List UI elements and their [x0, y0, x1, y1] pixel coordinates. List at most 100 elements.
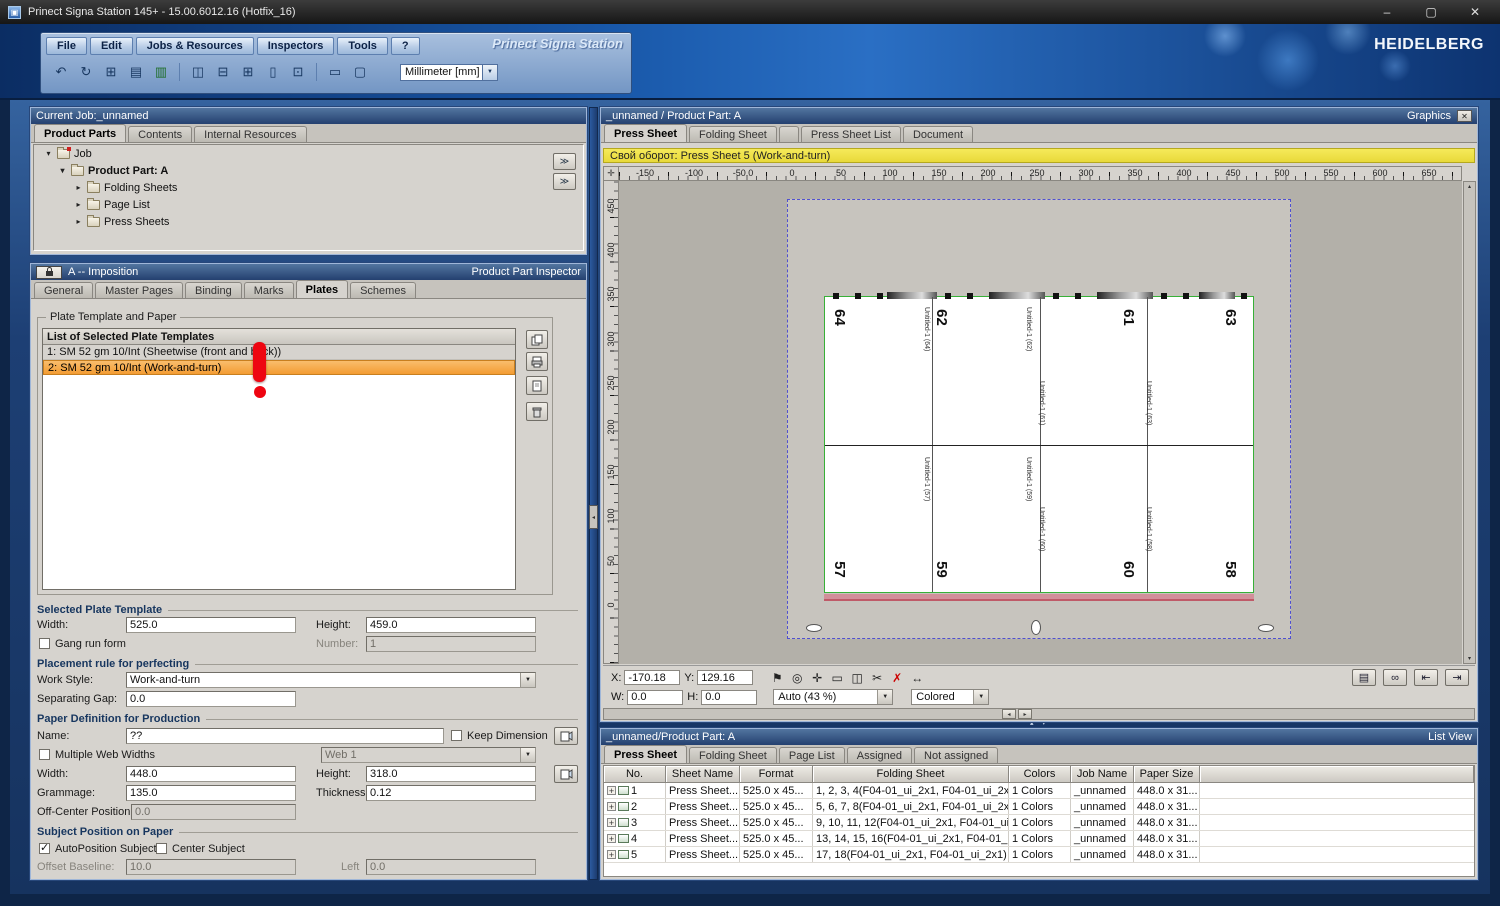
- autoposition-checkbox[interactable]: [39, 843, 50, 854]
- chevron-down-icon[interactable]: ▼: [973, 690, 988, 704]
- gang-run-checkbox[interactable]: [39, 638, 50, 649]
- scroll-right-icon[interactable]: ▸: [1018, 709, 1032, 719]
- multiple-web-checkbox[interactable]: [39, 749, 50, 760]
- col-sheet-name[interactable]: Sheet Name: [666, 766, 740, 783]
- marquee-tool-icon[interactable]: ▭: [827, 669, 847, 686]
- tab-marks[interactable]: Marks: [244, 282, 294, 298]
- expand-plus-icon[interactable]: +: [607, 802, 616, 811]
- plate-template-row-selected[interactable]: 2: SM 52 gm 10/Int (Work-and-turn): [43, 360, 515, 375]
- fit-page-icon[interactable]: ⇥: [1445, 669, 1469, 686]
- thickness-field[interactable]: 0.12: [366, 785, 536, 801]
- duplicate-tool-icon[interactable]: ◫: [847, 669, 867, 686]
- tree-item-folding-sheets[interactable]: ▸ Folding Sheets: [34, 179, 583, 196]
- table-row[interactable]: +5 Press Sheet... 525.0 x 45... 17, 18(F…: [604, 847, 1474, 863]
- binoculars-icon[interactable]: ∞: [1383, 669, 1407, 686]
- chevron-down-icon[interactable]: ▼: [520, 673, 535, 687]
- menu-inspectors[interactable]: Inspectors: [257, 37, 335, 55]
- output-template-icon[interactable]: [526, 352, 548, 371]
- table-row[interactable]: +3 Press Sheet... 525.0 x 45... 9, 10, 1…: [604, 815, 1474, 831]
- fast-forward-icon[interactable]: ≫: [553, 153, 576, 170]
- doc-add-icon[interactable]: ⊞: [237, 62, 259, 82]
- select-tool-icon[interactable]: ⚑: [767, 669, 787, 686]
- unit-select[interactable]: Millimeter [mm] ▼: [400, 64, 498, 81]
- tab-binding[interactable]: Binding: [185, 282, 242, 298]
- col-folding-sheet[interactable]: Folding Sheet: [813, 766, 1009, 783]
- cut-tool-icon[interactable]: ✂: [867, 669, 887, 686]
- tab-press-sheet-list[interactable]: Press Sheet List: [801, 126, 901, 142]
- fit-width-icon[interactable]: ⇤: [1414, 669, 1438, 686]
- y-field[interactable]: 129.16: [697, 670, 753, 685]
- scroll-up-icon[interactable]: ▴: [1468, 183, 1471, 190]
- keep-dimension-checkbox[interactable]: [451, 730, 462, 741]
- export-icon[interactable]: ▥: [150, 62, 172, 82]
- paper-width-field[interactable]: 448.0: [126, 766, 296, 782]
- fast-forward-alt-icon[interactable]: ≫: [553, 173, 576, 190]
- undo-icon[interactable]: ↶: [50, 62, 72, 82]
- layout-icon[interactable]: ⊞: [100, 62, 122, 82]
- expand-icon[interactable]: ▾: [58, 166, 67, 175]
- tab-press-sheet-lv[interactable]: Press Sheet: [604, 745, 687, 763]
- col-paper-size[interactable]: Paper Size: [1134, 766, 1200, 783]
- color-mode-select[interactable]: Colored ▼: [911, 689, 989, 705]
- tree-item-press-sheets[interactable]: ▸ Press Sheets: [34, 213, 583, 230]
- menu-help[interactable]: ?: [391, 37, 420, 55]
- measure-tool-icon[interactable]: ↔: [907, 669, 927, 686]
- scroll-down-icon[interactable]: ▾: [1468, 655, 1471, 662]
- vertical-splitter[interactable]: [589, 107, 598, 880]
- tab-folding-sheet-lv[interactable]: Folding Sheet: [689, 747, 777, 763]
- col-no[interactable]: No.: [604, 766, 666, 783]
- scroll-left-icon[interactable]: ◂: [1002, 709, 1016, 719]
- doc-page-icon[interactable]: ▯: [262, 62, 284, 82]
- pan-tool-icon[interactable]: ✛: [807, 669, 827, 686]
- tab-master-pages[interactable]: Master Pages: [95, 282, 183, 298]
- tab-page-list-lv[interactable]: Page List: [779, 747, 845, 763]
- minimize-icon[interactable]: –: [1376, 5, 1398, 19]
- paper-picker-icon[interactable]: [554, 727, 578, 745]
- close-panel-icon[interactable]: ✕: [1457, 110, 1472, 122]
- collapse-icon[interactable]: ▸: [74, 217, 83, 226]
- expand-plus-icon[interactable]: +: [607, 818, 616, 827]
- press-sheet-canvas[interactable]: 64 62 61 63 57 59 60 58 Untitled-1 (64) …: [619, 181, 1462, 664]
- col-colors[interactable]: Colors: [1009, 766, 1071, 783]
- tab-plates[interactable]: Plates: [296, 280, 348, 298]
- tab-not-assigned[interactable]: Not assigned: [914, 747, 998, 763]
- menu-jobs-resources[interactable]: Jobs & Resources: [136, 37, 254, 55]
- splitter-handle[interactable]: ◂: [589, 505, 598, 529]
- col-job-name[interactable]: Job Name: [1071, 766, 1134, 783]
- redo-icon[interactable]: ↻: [75, 62, 97, 82]
- tab-document[interactable]: Document: [903, 126, 973, 142]
- chevron-down-icon[interactable]: ▼: [482, 65, 497, 80]
- tab-product-parts[interactable]: Product Parts: [34, 124, 126, 142]
- table-row[interactable]: +4 Press Sheet... 525.0 x 45... 13, 14, …: [604, 831, 1474, 847]
- sheet-template-icon[interactable]: [526, 376, 548, 395]
- menu-tools[interactable]: Tools: [337, 37, 388, 55]
- swap-dimensions-icon[interactable]: [554, 765, 578, 783]
- tab-general[interactable]: General: [34, 282, 93, 298]
- paper-height-field[interactable]: 318.0: [366, 766, 536, 782]
- paper-sheet[interactable]: 64 62 61 63 57 59 60 58 Untitled-1 (64) …: [824, 296, 1254, 593]
- delete-template-icon[interactable]: [526, 402, 548, 421]
- paper-name-field[interactable]: ??: [126, 728, 444, 744]
- expand-plus-icon[interactable]: +: [607, 786, 616, 795]
- table-row[interactable]: +1 Press Sheet... 525.0 x 45... 1, 2, 3,…: [604, 783, 1474, 799]
- separating-gap-field[interactable]: 0.0: [126, 691, 296, 707]
- doc-remove-icon[interactable]: ⊟: [212, 62, 234, 82]
- close-icon[interactable]: ✕: [1464, 5, 1486, 19]
- tab-folding-sheet[interactable]: Folding Sheet: [689, 126, 777, 142]
- doc-inspect-icon[interactable]: ◫: [187, 62, 209, 82]
- menu-file[interactable]: File: [46, 37, 87, 55]
- plate-template-row[interactable]: 1: SM 52 gm 10/Int (Sheetwise (front and…: [43, 345, 515, 360]
- doc-wide-icon[interactable]: ▭: [324, 62, 346, 82]
- tab-schemes[interactable]: Schemes: [350, 282, 416, 298]
- center-subject-checkbox[interactable]: [156, 843, 167, 854]
- tab-press-sheet[interactable]: Press Sheet: [604, 124, 687, 142]
- maximize-icon[interactable]: ▢: [1420, 5, 1442, 19]
- table-row[interactable]: +2 Press Sheet... 525.0 x 45... 5, 6, 7,…: [604, 799, 1474, 815]
- tab-assigned[interactable]: Assigned: [847, 747, 912, 763]
- vertical-scrollbar[interactable]: ▴ ▾: [1463, 181, 1476, 664]
- copy-template-icon[interactable]: [526, 330, 548, 349]
- tree-item-page-list[interactable]: ▸ Page List: [34, 196, 583, 213]
- tree-item-job[interactable]: ▾ Job: [34, 145, 583, 162]
- menu-edit[interactable]: Edit: [90, 37, 133, 55]
- plate-height-field[interactable]: 459.0: [366, 617, 536, 633]
